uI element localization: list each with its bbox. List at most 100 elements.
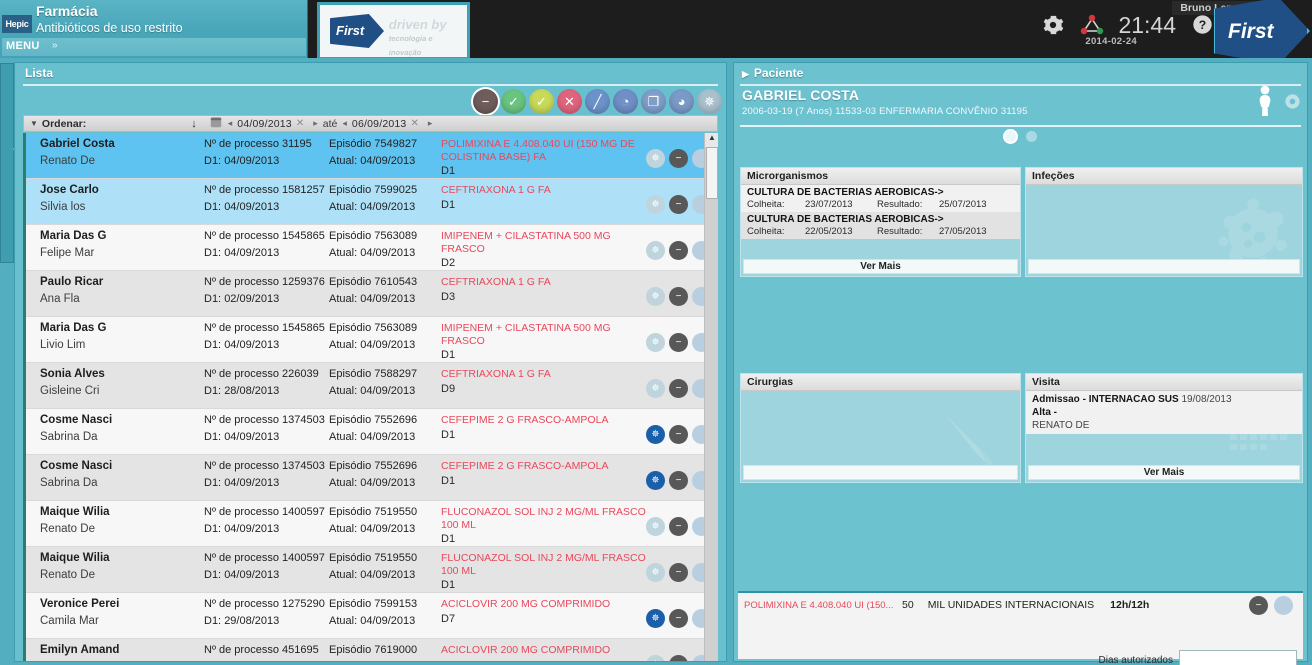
gear-icon[interactable]: ✵ bbox=[646, 609, 665, 628]
search-side-tab[interactable]: Pesquisa bbox=[0, 63, 24, 263]
table-row[interactable]: Veronice Perei Camila Mar Nº de processo 1… bbox=[26, 593, 718, 639]
gear-icon[interactable]: ✵ bbox=[646, 425, 665, 444]
table-row[interactable]: Emilyn Amand Nº de processo 451695 Episód… bbox=[26, 639, 718, 661]
row-drug: CEFTRIAXONA 1 G FA D9 bbox=[441, 368, 646, 395]
date-from-value[interactable]: 04/09/2013 bbox=[237, 118, 292, 130]
calendar-icon[interactable] bbox=[209, 115, 223, 132]
micro-ver-mais-button[interactable]: Ver Mais bbox=[743, 259, 1018, 274]
row-process: Nº de processo 1545865 D1: 04/09/2013 bbox=[204, 322, 329, 351]
date-to-next-icon[interactable]: ▸ bbox=[428, 118, 433, 129]
row-process-label: Nº de processo bbox=[204, 644, 279, 656]
date-from-prev-icon[interactable]: ◂ bbox=[228, 118, 233, 129]
gear-icon[interactable]: ✵ bbox=[646, 149, 665, 168]
minus-circle-icon[interactable]: − bbox=[669, 609, 688, 628]
prescription-list[interactable]: Gabriel Costa Renato De Nº de processo 311… bbox=[23, 133, 718, 661]
row-process-value: 1374503 bbox=[282, 414, 325, 426]
visit-admission-date: 19/08/2013 bbox=[1181, 394, 1232, 405]
table-row[interactable]: Maique Wilia Renato De Nº de processo 1400… bbox=[26, 547, 718, 593]
micro-entry-1[interactable]: CULTURA DE BACTERIAS AEROBICAS-> Colheit… bbox=[741, 185, 1020, 212]
row-patient: Maique Wilia Renato De bbox=[26, 506, 204, 535]
minus-circle-icon[interactable]: − bbox=[669, 517, 688, 536]
micro-entry-2-title: CULTURA DE BACTERIAS AEROBICAS-> bbox=[747, 214, 944, 225]
minus-circle-icon[interactable]: − bbox=[669, 241, 688, 260]
dias-autorizados-input[interactable] bbox=[1179, 650, 1297, 665]
clock-date: 2014-02-24 bbox=[1085, 36, 1137, 47]
visit-doctor: RENATO DE bbox=[1032, 420, 1090, 431]
table-row[interactable]: Jose Carlo Silvia los Nº de processo 15812… bbox=[26, 179, 718, 225]
minus-circle-icon[interactable]: − bbox=[669, 379, 688, 398]
date-from-clear-icon[interactable]: ✕ bbox=[296, 118, 304, 129]
minus-circle-icon[interactable]: − bbox=[473, 89, 498, 114]
date-to-clear-icon[interactable]: ✕ bbox=[410, 118, 418, 129]
sort-direction-icon[interactable]: ↓ bbox=[191, 118, 197, 130]
minus-circle-icon[interactable]: − bbox=[669, 195, 688, 214]
date-to-value[interactable]: 06/09/2013 bbox=[352, 118, 407, 130]
minus-circle-icon[interactable]: − bbox=[669, 149, 688, 168]
visit-details[interactable]: Admissao - INTERNACAO SUS 19/08/2013 Alt… bbox=[1026, 391, 1302, 434]
minus-circle-icon[interactable]: − bbox=[669, 655, 688, 661]
visit-ver-mais-button[interactable]: Ver Mais bbox=[1028, 465, 1300, 480]
row-atual-value: 04/09/2013 bbox=[360, 523, 416, 535]
table-row[interactable]: Maria Das G Livio Lim Nº de processo 15458… bbox=[26, 317, 718, 363]
table-row[interactable]: Sonia Alves Gisleine Cri Nº de processo 22… bbox=[26, 363, 718, 409]
table-row[interactable]: Cosme Nasci Sabrina Da Nº de processo 1374… bbox=[26, 409, 718, 455]
network-icon[interactable] bbox=[1080, 14, 1104, 36]
copy-icon[interactable]: ❐ bbox=[641, 89, 666, 114]
minus-circle-icon[interactable]: − bbox=[669, 471, 688, 490]
prescription-bar[interactable]: POLIMIXINA E 4.408.040 UI (150... 50 MIL… bbox=[738, 591, 1303, 617]
gear-icon[interactable]: ✵ bbox=[646, 471, 665, 490]
table-row[interactable]: Maique Wilia Renato De Nº de processo 1400… bbox=[26, 501, 718, 547]
micro-entry-1-dates: Colheita: 23/07/2013 Resultado: 25/07/20… bbox=[741, 198, 1020, 212]
expand-triangle-icon[interactable]: ▶ bbox=[742, 69, 749, 79]
table-row[interactable]: Gabriel Costa Renato De Nº de processo 311… bbox=[26, 133, 718, 179]
menu-bar[interactable]: MENU » bbox=[2, 38, 306, 56]
gear-icon[interactable]: ✵ bbox=[646, 655, 665, 661]
sort-caret-icon: ▼ bbox=[30, 119, 38, 128]
gear-icon[interactable]: ✵ bbox=[646, 517, 665, 536]
micro-entry-2[interactable]: CULTURA DE BACTERIAS AEROBICAS-> Colheit… bbox=[741, 212, 1020, 239]
minus-circle-icon[interactable]: − bbox=[669, 563, 688, 582]
gear-icon[interactable]: ✵ bbox=[646, 287, 665, 306]
card-microorganisms: Microrganismos CULTURA DE BACTERIAS AERO… bbox=[740, 167, 1021, 277]
pager-dot-1[interactable] bbox=[1004, 131, 1016, 142]
minus-circle-icon[interactable]: − bbox=[1249, 595, 1268, 615]
table-row[interactable]: Maria Das G Felipe Mar Nº de processo 1545… bbox=[26, 225, 718, 271]
first-badge[interactable]: First bbox=[1212, 0, 1310, 66]
clock-time: 21:44 bbox=[1118, 12, 1176, 38]
check-yellow-icon[interactable]: ✓ bbox=[529, 89, 554, 114]
gear-icon[interactable]: ✵ bbox=[646, 563, 665, 582]
globe-icon[interactable] bbox=[1274, 595, 1293, 615]
gear-icon[interactable]: ✵ bbox=[646, 333, 665, 352]
minus-circle-icon[interactable]: − bbox=[669, 333, 688, 352]
scroll-up-icon[interactable]: ▲ bbox=[705, 133, 718, 147]
gear-icon[interactable]: ✵ bbox=[646, 195, 665, 214]
minus-circle-icon[interactable]: − bbox=[669, 425, 688, 444]
app-title: Farmácia bbox=[36, 3, 98, 19]
minus-circle-icon[interactable]: − bbox=[669, 287, 688, 306]
table-row[interactable]: Paulo Ricar Ana Fla Nº de processo 1259376… bbox=[26, 271, 718, 317]
check-green-icon[interactable]: ✓ bbox=[501, 89, 526, 114]
gear-icon[interactable] bbox=[1284, 93, 1301, 115]
gear-icon[interactable]: ✵ bbox=[646, 241, 665, 260]
cancel-red-icon[interactable]: ✕ bbox=[557, 89, 582, 114]
gear-icon[interactable] bbox=[1042, 14, 1064, 36]
pager-dot-2[interactable] bbox=[1025, 131, 1037, 142]
list-scrollbar[interactable]: ▲ bbox=[704, 133, 718, 661]
row-drug: FLUCONAZOL SOL INJ 2 MG/ML FRASCO 100 ML… bbox=[441, 506, 646, 546]
surgeries-footer-strip[interactable] bbox=[743, 465, 1018, 480]
gear-icon[interactable]: ✵ bbox=[646, 379, 665, 398]
pie-icon[interactable]: ◕ bbox=[669, 89, 694, 114]
table-row[interactable]: Cosme Nasci Sabrina Da Nº de processo 1374… bbox=[26, 455, 718, 501]
date-from-next-icon[interactable]: ▸ bbox=[313, 118, 318, 129]
scrollbar-thumb[interactable] bbox=[706, 147, 718, 199]
sort-bar[interactable]: ▼ Ordenar: ↓ ◂ 04/09/2013 ✕ ▸ até ◂ 06/0… bbox=[23, 115, 718, 132]
clock-blue-icon[interactable]: ◔ bbox=[613, 89, 638, 114]
gear-icon[interactable]: ✵ bbox=[697, 89, 722, 114]
pencil-blue-icon[interactable]: ╱ bbox=[585, 89, 610, 114]
infections-footer-strip[interactable] bbox=[1028, 259, 1300, 274]
patient-pager-dots[interactable] bbox=[734, 131, 1307, 142]
date-to-prev-icon[interactable]: ◂ bbox=[342, 118, 347, 129]
row-drug-code: D3 bbox=[441, 290, 456, 303]
row-secondary-name: Felipe Mar bbox=[40, 247, 95, 259]
help-icon[interactable]: ? bbox=[1192, 14, 1214, 36]
